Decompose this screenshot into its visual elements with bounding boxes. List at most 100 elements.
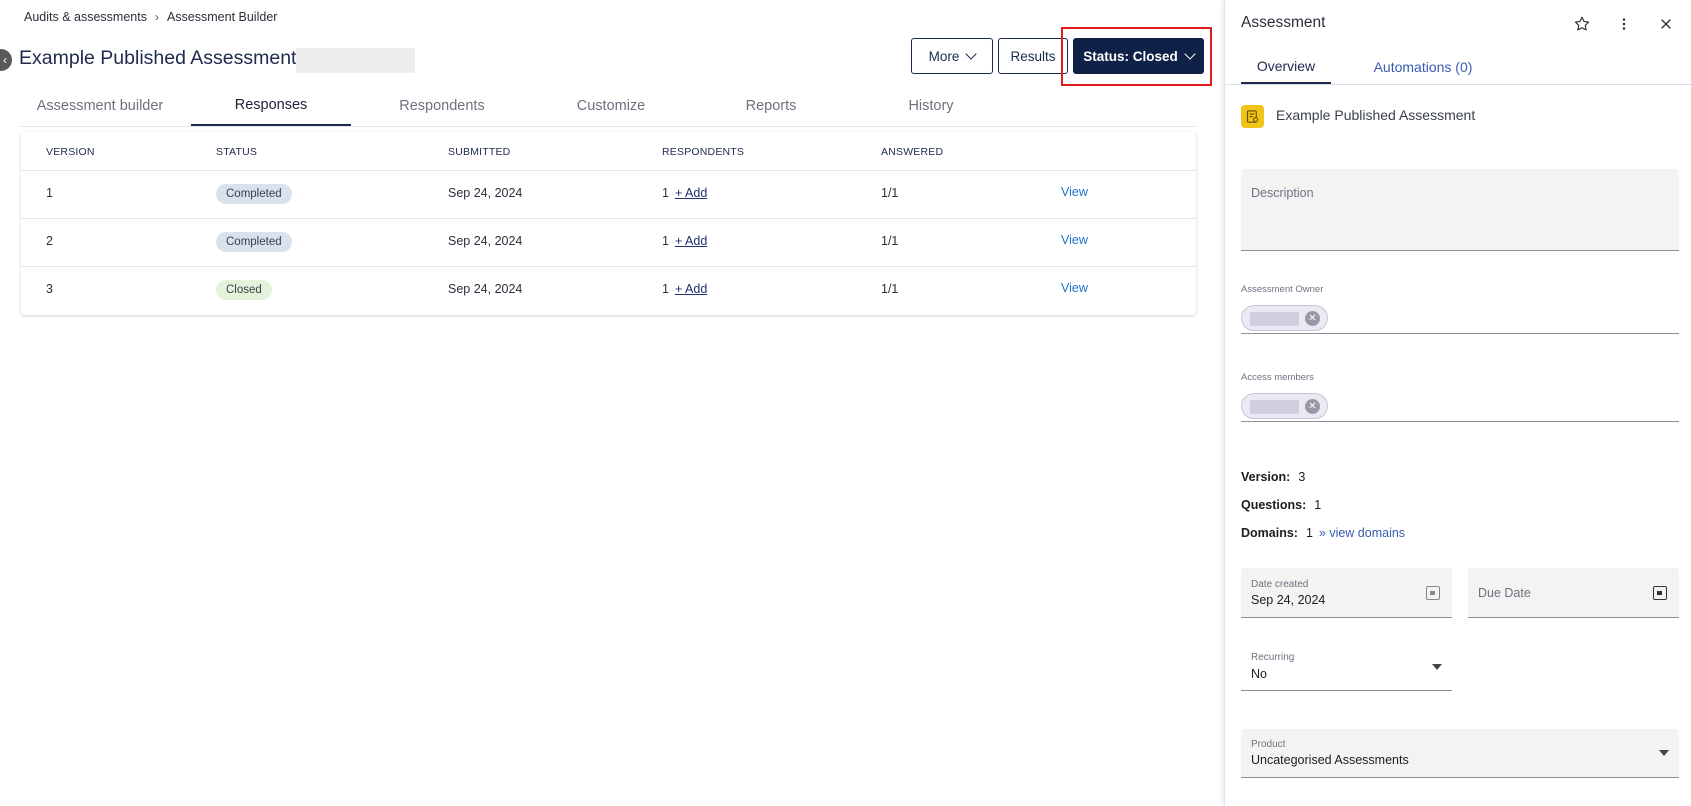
access-members-label: Access members <box>1241 372 1314 383</box>
cell-submitted: Sep 24, 2024 <box>448 234 523 248</box>
responses-table: VERSION STATUS SUBMITTED RESPONDENTS ANS… <box>21 132 1196 315</box>
description-field[interactable]: Description <box>1241 169 1679 251</box>
tab-overview[interactable]: Overview <box>1241 50 1331 84</box>
respondents-count: 1 <box>662 234 669 248</box>
tab-customize[interactable]: Customize <box>531 86 691 126</box>
domains-key: Domains: <box>1241 526 1298 540</box>
tab-respondents[interactable]: Respondents <box>362 86 522 126</box>
respondents-count: 1 <box>662 282 669 296</box>
cell-version: 2 <box>46 234 53 248</box>
tab-reports[interactable]: Reports <box>691 86 851 126</box>
panel-title: Assessment <box>1241 14 1326 31</box>
main-content: Audits & assessments › Assessment Builde… <box>0 0 1224 806</box>
member-name-redacted <box>1250 400 1299 414</box>
view-domains-link[interactable]: » view domains <box>1319 526 1405 540</box>
cell-version: 1 <box>46 186 53 200</box>
column-header-version: VERSION <box>46 146 95 158</box>
recurring-select[interactable]: Recurring No <box>1241 641 1452 691</box>
view-link[interactable]: View <box>1061 281 1088 295</box>
product-label: Product <box>1251 739 1286 750</box>
date-created-label: Date created <box>1251 579 1309 590</box>
title-tag-placeholder <box>296 48 415 73</box>
results-button[interactable]: Results <box>998 38 1068 74</box>
chevron-right-icon: › <box>154 10 159 24</box>
add-respondent-link[interactable]: + Add <box>675 186 707 200</box>
close-icon[interactable] <box>1655 13 1677 35</box>
description-placeholder: Description <box>1251 186 1314 200</box>
owner-chip[interactable]: ✕ <box>1241 305 1328 331</box>
tab-bar: Assessment builder Responses Respondents… <box>20 86 1196 127</box>
assessment-icon <box>1241 105 1264 128</box>
breadcrumb: Audits & assessments › Assessment Builde… <box>24 10 277 24</box>
more-button-label: More <box>928 48 960 64</box>
column-header-answered: ANSWERED <box>881 146 944 158</box>
product-value: Uncategorised Assessments <box>1251 753 1409 767</box>
date-created-field[interactable]: Date created Sep 24, 2024 <box>1241 568 1452 618</box>
remove-chip-icon[interactable]: ✕ <box>1305 311 1320 326</box>
column-header-status: STATUS <box>216 146 258 158</box>
column-header-respondents: RESPONDENTS <box>662 146 745 158</box>
dropdown-arrow-icon <box>1659 750 1669 756</box>
breadcrumb-item-builder[interactable]: Assessment Builder <box>167 10 277 24</box>
owner-label: Assessment Owner <box>1241 284 1324 295</box>
tab-automations[interactable]: Automations (0) <box>1353 50 1493 84</box>
more-vertical-icon[interactable] <box>1613 13 1635 35</box>
star-icon[interactable] <box>1571 13 1593 35</box>
recurring-label: Recurring <box>1251 652 1295 663</box>
cell-version: 3 <box>46 282 53 296</box>
back-icon[interactable]: ‹ <box>0 49 12 71</box>
cell-submitted: Sep 24, 2024 <box>448 282 523 296</box>
table-header: VERSION STATUS SUBMITTED RESPONDENTS ANS… <box>21 132 1196 171</box>
member-chip[interactable]: ✕ <box>1241 393 1328 419</box>
domains-value: 1 <box>1305 526 1313 540</box>
access-members-field[interactable]: ✕ <box>1241 392 1679 422</box>
owner-field[interactable]: ✕ <box>1241 304 1679 334</box>
product-select[interactable]: Product Uncategorised Assessments <box>1241 729 1679 778</box>
table-row: 1 Completed Sep 24, 2024 1 + Add 1/1 View <box>21 171 1196 219</box>
status-badge: Completed <box>216 232 292 252</box>
due-date-placeholder: Due Date <box>1478 586 1531 600</box>
table-row: 2 Completed Sep 24, 2024 1 + Add 1/1 View <box>21 219 1196 267</box>
recurring-value: No <box>1251 667 1267 681</box>
breadcrumb-item-audits[interactable]: Audits & assessments <box>24 10 147 24</box>
cell-respondents: 1 + Add <box>662 186 707 200</box>
date-created-value: Sep 24, 2024 <box>1251 593 1326 607</box>
status-button[interactable]: Status: Closed <box>1073 38 1204 74</box>
assessment-side-panel: Assessment Overview Automations (0) Exam… <box>1224 0 1691 806</box>
questions-key: Questions: <box>1241 498 1307 512</box>
calendar-icon[interactable] <box>1426 586 1440 600</box>
assessment-name: Example Published Assessment <box>1276 107 1476 123</box>
more-button[interactable]: More <box>911 38 993 74</box>
add-respondent-link[interactable]: + Add <box>675 234 707 248</box>
due-date-field[interactable]: Due Date <box>1468 568 1679 618</box>
tab-assessment-builder[interactable]: Assessment builder <box>20 86 180 126</box>
view-link[interactable]: View <box>1061 233 1088 247</box>
version-value: 3 <box>1298 470 1306 484</box>
chevron-down-icon <box>965 48 978 60</box>
column-header-submitted: SUBMITTED <box>448 146 511 158</box>
calendar-icon[interactable] <box>1653 586 1667 600</box>
cell-answered: 1/1 <box>881 282 899 296</box>
cell-respondents: 1 + Add <box>662 234 707 248</box>
cell-respondents: 1 + Add <box>662 282 707 296</box>
domains-row: Domains: 1 » view domains <box>1241 526 1405 540</box>
owner-name-redacted <box>1250 312 1299 326</box>
status-button-label: Status: Closed <box>1083 48 1178 64</box>
version-row: Version: 3 <box>1241 470 1305 484</box>
tab-responses[interactable]: Responses <box>191 86 351 126</box>
remove-chip-icon[interactable]: ✕ <box>1305 399 1320 414</box>
panel-tab-bar: Overview Automations (0) <box>1225 50 1691 85</box>
view-link[interactable]: View <box>1061 185 1088 199</box>
questions-row: Questions: 1 <box>1241 498 1321 512</box>
results-button-label: Results <box>1010 48 1056 64</box>
add-respondent-link[interactable]: + Add <box>675 282 707 296</box>
tab-history[interactable]: History <box>851 86 1011 126</box>
cell-answered: 1/1 <box>881 186 899 200</box>
page-title: Example Published Assessment <box>19 47 297 69</box>
dropdown-arrow-icon <box>1432 664 1442 670</box>
respondents-count: 1 <box>662 186 669 200</box>
cell-submitted: Sep 24, 2024 <box>448 186 523 200</box>
version-key: Version: <box>1241 470 1291 484</box>
status-badge: Closed <box>216 280 272 300</box>
status-badge: Completed <box>216 184 292 204</box>
